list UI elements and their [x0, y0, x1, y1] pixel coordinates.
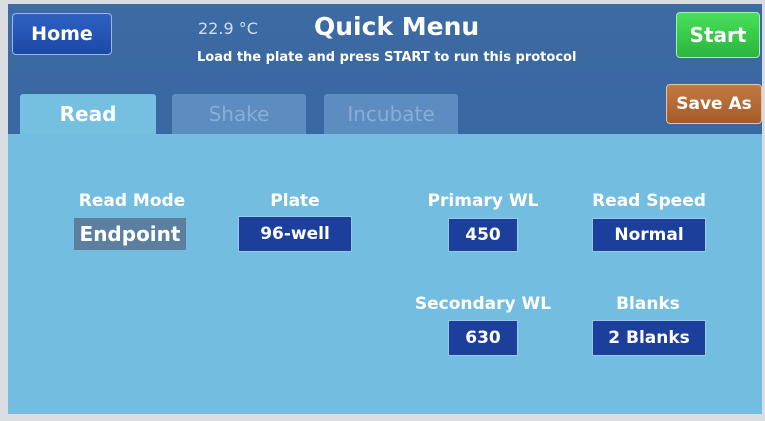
home-button[interactable]: Home [12, 13, 112, 55]
temperature-readout: 22.9 °C [198, 19, 258, 38]
plate-select[interactable]: 96-well [238, 216, 352, 252]
secondary-wl-label: Secondary WL [414, 294, 552, 314]
read-mode-value: Endpoint [74, 218, 186, 250]
plate-label: Plate [270, 191, 320, 211]
blanks-label: Blanks [616, 294, 680, 314]
instruction-text: Load the plate and press START to run th… [197, 50, 577, 65]
read-settings-panel: Read Mode Endpoint Plate 96-well Primary… [8, 134, 762, 414]
tab-read[interactable]: Read [20, 94, 156, 134]
tab-incubate[interactable]: Incubate [324, 94, 458, 134]
start-button[interactable]: Start [676, 12, 760, 58]
read-speed-select[interactable]: Normal [592, 218, 706, 252]
secondary-wl-select[interactable]: 630 [448, 320, 518, 356]
primary-wl-label: Primary WL [427, 191, 539, 211]
device-screen: Home 22.9 °C Quick Menu Load the plate a… [8, 4, 762, 414]
primary-wl-select[interactable]: 450 [448, 218, 518, 252]
page-title: Quick Menu [314, 12, 480, 41]
save-as-button[interactable]: Save As [666, 84, 762, 124]
read-speed-label: Read Speed [592, 191, 706, 211]
read-mode-label: Read Mode [78, 191, 186, 211]
blanks-select[interactable]: 2 Blanks [592, 320, 706, 356]
tab-shake[interactable]: Shake [172, 94, 306, 134]
